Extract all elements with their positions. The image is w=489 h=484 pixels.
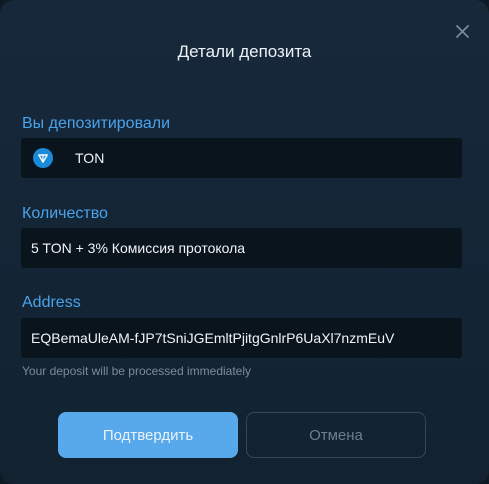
ton-coin-icon xyxy=(33,148,53,168)
dialog-title: Детали депозита xyxy=(177,42,312,61)
address-value: EQBemaUleAM-fJP7tSniJGEmltPjitgGnlrP6UaX… xyxy=(31,330,395,346)
deposited-label: Вы депозитировали xyxy=(22,115,171,132)
deposited-value: TON xyxy=(75,150,105,166)
close-icon[interactable] xyxy=(453,22,473,42)
amount-label: Количество xyxy=(22,205,108,222)
address-field[interactable]: EQBemaUleAM-fJP7tSniJGEmltPjitgGnlrP6UaX… xyxy=(21,318,462,358)
amount-field: 5 TON + 3% Комиссия протокола xyxy=(21,228,462,268)
amount-value: 5 TON + 3% Комиссия протокола xyxy=(31,240,246,256)
address-label: Address xyxy=(22,294,81,311)
cancel-button[interactable]: Отмена xyxy=(246,412,426,458)
confirm-button[interactable]: Подтвердить xyxy=(58,412,238,458)
address-hint: Your deposit will be processed immediate… xyxy=(22,364,252,378)
deposited-field: TON xyxy=(21,138,462,178)
deposit-details-dialog: Детали депозита Вы депозитировали TON Ко… xyxy=(0,0,489,484)
